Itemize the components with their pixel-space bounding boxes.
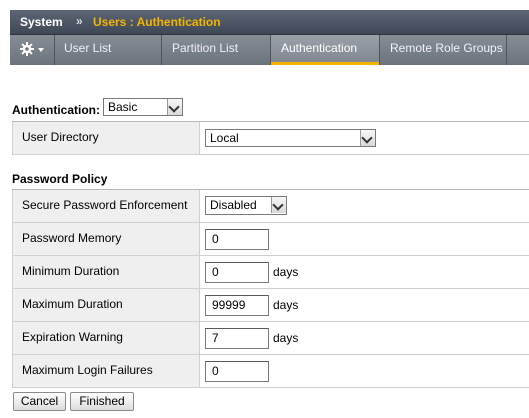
minimum-duration-unit: days — [273, 265, 299, 279]
password-memory-input[interactable]: 0 — [205, 229, 269, 250]
tab-user-list[interactable]: User List — [54, 35, 162, 65]
expiration-warning-label: Expiration Warning — [12, 322, 200, 354]
table-row: Maximum Login Failures 0 — [12, 355, 529, 388]
maximum-duration-unit: days — [273, 298, 299, 312]
secure-password-enforcement-select[interactable]: Disabled — [205, 196, 287, 215]
minimum-duration-input[interactable]: 0 — [205, 262, 269, 283]
settings-menu-button[interactable] — [10, 35, 55, 65]
secure-password-enforcement-value: Disabled — [210, 198, 257, 212]
breadcrumb-separator: » — [76, 14, 83, 28]
cancel-button[interactable]: Cancel — [13, 392, 66, 411]
table-row: Minimum Duration 0 days — [12, 256, 529, 289]
minimum-duration-label: Minimum Duration — [12, 256, 200, 288]
chevron-down-icon — [167, 99, 182, 115]
tab-partition-list[interactable]: Partition List — [162, 35, 271, 65]
chevron-down-icon — [271, 197, 286, 213]
password-memory-label: Password Memory — [12, 223, 200, 255]
table-row: Secure Password Enforcement Disabled — [12, 190, 529, 223]
tab-remote-role-groups[interactable]: Remote Role Groups — [380, 35, 507, 65]
password-policy-table: Secure Password Enforcement Disabled Pas… — [12, 189, 529, 388]
gear-icon — [20, 42, 34, 56]
user-directory-value: Local — [210, 131, 239, 145]
table-row: User Directory Local — [12, 122, 529, 155]
breadcrumb: System » Users : Authentication — [10, 10, 529, 35]
user-directory-select[interactable]: Local — [205, 129, 376, 147]
chevron-down-icon — [360, 130, 375, 146]
expiration-warning-input[interactable]: 7 — [205, 328, 269, 349]
table-row: Password Memory 0 — [12, 223, 529, 256]
tab-bar: User List Partition List Authentication … — [10, 35, 529, 65]
authentication-select[interactable]: Basic — [103, 98, 183, 116]
secure-password-enforcement-label: Secure Password Enforcement — [12, 190, 200, 222]
maximum-login-failures-label: Maximum Login Failures — [12, 355, 200, 387]
tab-authentication[interactable]: Authentication — [271, 35, 380, 65]
authentication-table: User Directory Local — [12, 121, 529, 155]
breadcrumb-current-page: Users : Authentication — [93, 15, 221, 29]
table-row: Maximum Duration 99999 days — [12, 289, 529, 322]
password-policy-title: Password Policy — [12, 172, 108, 186]
table-row: Expiration Warning 7 days — [12, 322, 529, 355]
maximum-login-failures-input[interactable]: 0 — [205, 361, 269, 382]
breadcrumb-system[interactable]: System — [20, 15, 63, 29]
user-directory-label: User Directory — [12, 122, 200, 154]
authentication-label: Authentication: — [12, 103, 100, 117]
expiration-warning-unit: days — [273, 331, 299, 345]
maximum-duration-label: Maximum Duration — [12, 289, 200, 321]
maximum-duration-input[interactable]: 99999 — [205, 295, 269, 316]
authentication-select-value: Basic — [108, 100, 138, 114]
finished-button[interactable]: Finished — [70, 392, 134, 411]
chevron-down-icon — [38, 48, 44, 52]
